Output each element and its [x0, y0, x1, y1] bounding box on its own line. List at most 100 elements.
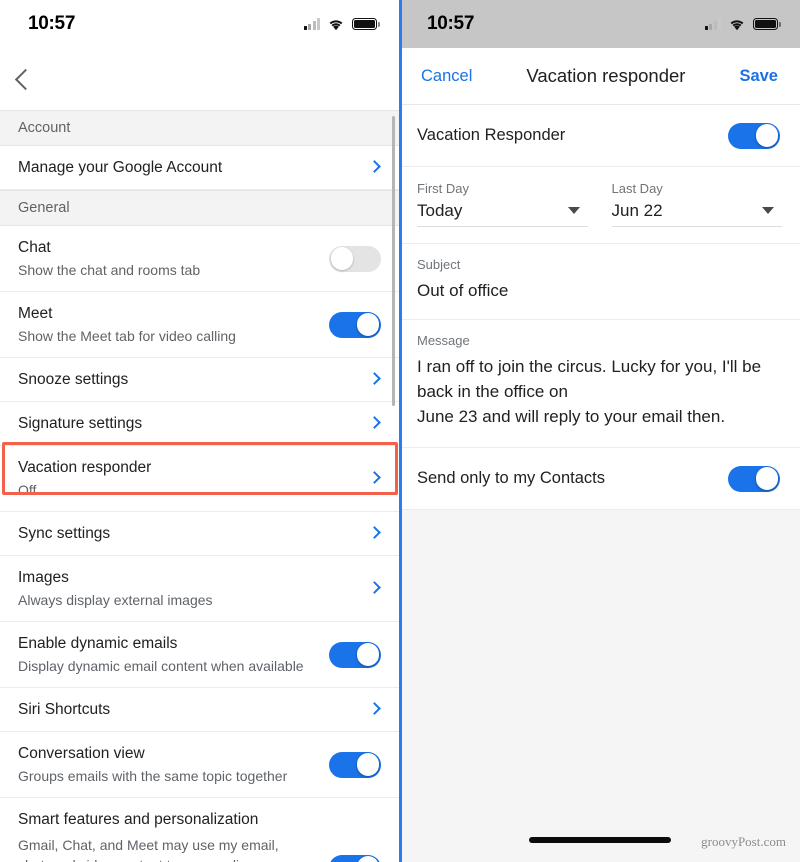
sidebar-item-snooze-settings[interactable]: Snooze settings [0, 358, 399, 402]
sheet-header: Cancel Vacation responder Save [399, 48, 800, 105]
cellular-signal-icon [704, 18, 721, 30]
vacation-responder-enable-row[interactable]: Vacation Responder [399, 105, 800, 167]
status-bar-time: 10:57 [427, 13, 475, 34]
toggle-smart-features[interactable] [329, 854, 381, 862]
panel-divider [399, 0, 402, 862]
wifi-icon [329, 19, 343, 30]
row-title: Enable dynamic emails [18, 635, 178, 652]
vacation-responder-form: Vacation Responder First Day Today Last … [399, 105, 800, 510]
sidebar-item-images[interactable]: Images Always display external images [0, 556, 399, 622]
message-field[interactable]: Message I ran off to join the circus. Lu… [399, 320, 800, 448]
row-title: Snooze settings [18, 371, 129, 388]
last-day-label: Last Day [611, 181, 663, 196]
sidebar-item-vacation-responder[interactable]: Vacation responder Off [0, 446, 399, 512]
battery-icon [352, 18, 380, 30]
back-button[interactable] [0, 48, 399, 110]
row-subtitle: Off [18, 482, 37, 498]
settings-list: Account Manage your Google Account Gener… [0, 110, 399, 862]
status-bar-time: 10:57 [28, 13, 76, 34]
row-title: Images [18, 569, 69, 586]
toggle-knob [356, 313, 380, 336]
vacation-responder-sheet: Cancel Vacation responder Save Vacation … [399, 48, 800, 862]
sidebar-item-signature-settings[interactable]: Signature settings [0, 402, 399, 446]
row-title: Manage your Google Account [18, 159, 223, 176]
toggle-knob [755, 124, 779, 147]
last-day-value: Jun 22 [611, 201, 663, 220]
row-title: Meet [18, 305, 53, 322]
chevron-down-icon [762, 207, 774, 214]
wifi-icon [730, 19, 744, 30]
toggle-knob [356, 753, 380, 776]
sidebar-item-conversation-view[interactable]: Conversation view Groups emails with the… [0, 732, 399, 798]
last-day-field[interactable]: Last Day Jun 22 [611, 181, 782, 227]
sidebar-item-enable-dynamic-emails[interactable]: Enable dynamic emails Display dynamic em… [0, 622, 399, 688]
scrollbar-thumb[interactable] [391, 116, 395, 406]
sidebar-item-manage-google-account[interactable]: Manage your Google Account [0, 146, 399, 190]
left-phone-settings-screen: 10:57 Account Manage your Google Account… [0, 0, 399, 862]
row-subtitle: Groups emails with the same topic togeth… [18, 768, 288, 784]
chevron-right-icon [368, 701, 381, 715]
toggle-enable-dynamic-emails[interactable] [329, 641, 381, 668]
chevron-right-icon [368, 470, 381, 484]
watermark: groovyPost.com [701, 834, 786, 849]
cellular-signal-icon [303, 18, 320, 30]
section-header-account: Account [0, 110, 399, 146]
row-title: Smart features and personalization [18, 811, 259, 828]
row-subtitle: Show the chat and rooms tab [18, 262, 201, 278]
sidebar-item-smart-features[interactable]: Smart features and personalization Gmail… [0, 798, 399, 862]
toggle-knob [356, 643, 380, 666]
status-bar-right: 10:57 [399, 0, 800, 48]
date-range-row: First Day Today Last Day Jun 22 [399, 167, 800, 244]
row-subtitle: Gmail, Chat, and Meet may use my email, … [18, 837, 279, 862]
first-day-value: Today [417, 201, 463, 220]
last-day-select[interactable]: Jun 22 [611, 201, 782, 227]
section-header-general: General [0, 190, 399, 226]
send-only-contacts-row[interactable]: Send only to my Contacts [399, 448, 800, 510]
row-title: Siri Shortcuts [18, 701, 111, 718]
toggle-vacation-responder[interactable] [728, 122, 780, 149]
sidebar-item-siri-shortcuts[interactable]: Siri Shortcuts [0, 688, 399, 732]
status-bar-icons [704, 18, 781, 31]
toggle-conversation-view[interactable] [329, 751, 381, 778]
first-day-select[interactable]: Today [417, 201, 588, 227]
right-phone-vacation-responder-screen: 10:57 Cancel Vacation responder Save Vac… [399, 0, 800, 862]
row-subtitle: Show the Meet tab for video calling [18, 328, 236, 344]
message-label: Message [417, 333, 470, 348]
row-title: Sync settings [18, 525, 111, 542]
chevron-right-icon [368, 159, 381, 173]
row-title: Vacation responder [18, 459, 152, 476]
row-title: Conversation view [18, 745, 145, 762]
message-input[interactable]: I ran off to join the circus. Lucky for … [417, 354, 782, 429]
send-only-contacts-label: Send only to my Contacts [417, 469, 606, 487]
subject-input[interactable]: Out of office [417, 278, 782, 303]
sidebar-item-chat[interactable]: Chat Show the chat and rooms tab [0, 226, 399, 292]
toggle-meet[interactable] [329, 311, 381, 338]
chevron-left-icon [14, 68, 37, 90]
chevron-right-icon [368, 525, 381, 539]
page-title: Vacation responder [526, 65, 686, 86]
chevron-right-icon [368, 371, 381, 385]
sidebar-item-sync-settings[interactable]: Sync settings [0, 512, 399, 556]
first-day-field[interactable]: First Day Today [417, 181, 588, 227]
dual-screenshot-container: 10:57 Account Manage your Google Account… [0, 0, 800, 862]
row-subtitle: Always display external images [18, 592, 213, 608]
chevron-right-icon [368, 580, 381, 594]
subject-label: Subject [417, 257, 461, 272]
chevron-right-icon [368, 415, 381, 429]
status-bar-left: 10:57 [0, 0, 399, 48]
sidebar-item-meet[interactable]: Meet Show the Meet tab for video calling [0, 292, 399, 358]
save-button[interactable]: Save [739, 67, 778, 86]
subject-field[interactable]: Subject Out of office [399, 244, 800, 320]
chevron-down-icon [567, 207, 580, 214]
vacation-responder-enable-label: Vacation Responder [417, 126, 566, 144]
first-day-label: First Day [417, 181, 469, 196]
row-title: Signature settings [18, 415, 143, 432]
toggle-send-only-contacts[interactable] [728, 465, 780, 492]
row-title: Chat [18, 239, 51, 256]
battery-icon [753, 18, 781, 30]
toggle-knob [755, 467, 779, 490]
home-indicator [528, 837, 671, 843]
cancel-button[interactable]: Cancel [421, 67, 472, 86]
toggle-knob [330, 247, 354, 270]
toggle-chat[interactable] [329, 245, 381, 272]
